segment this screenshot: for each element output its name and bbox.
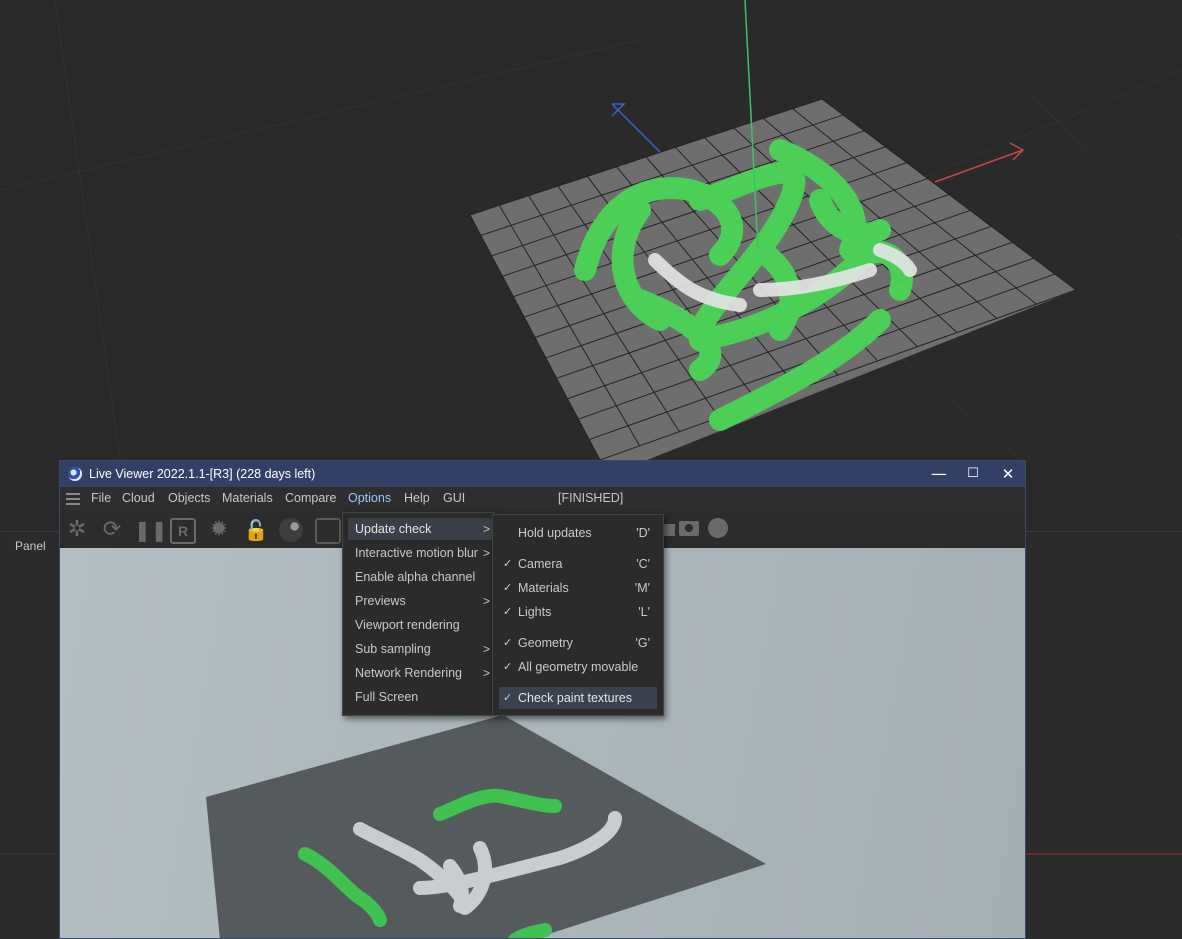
submenu-hold-updates[interactable]: Hold updates 'D': [499, 522, 657, 544]
submenu-check-paint-textures[interactable]: ✓ Check paint textures: [499, 687, 657, 709]
menu-item-label: Network Rendering: [355, 666, 462, 680]
options-enable-alpha-channel[interactable]: Enable alpha channel: [343, 566, 494, 588]
submenu-arrow-icon: >: [482, 594, 490, 608]
close-button[interactable]: ✕: [991, 461, 1025, 487]
maximize-button[interactable]: ☐: [956, 461, 990, 487]
menu-item-label: Sub sampling: [355, 642, 431, 656]
circle-icon[interactable]: [708, 518, 728, 538]
menu-item-label: Hold updates: [518, 526, 592, 540]
unlock-icon[interactable]: 🔓: [242, 516, 270, 544]
shortcut-key: 'C': [636, 557, 650, 571]
update-check-submenu: Hold updates 'D' ✓ Camera 'C' ✓ Material…: [492, 514, 664, 716]
render-plane: [206, 715, 766, 938]
options-network-rendering[interactable]: Network Rendering >: [343, 662, 494, 684]
render-region-icon[interactable]: R: [170, 518, 196, 544]
aperture-icon[interactable]: ✲: [63, 516, 91, 544]
submenu-arrow-icon: >: [482, 546, 490, 560]
pause-icon[interactable]: ❚❚: [134, 516, 168, 544]
options-menu: Update check > Interactive motion blur >…: [342, 512, 495, 716]
options-previews[interactable]: Previews >: [343, 590, 494, 612]
menu-item-label: Camera: [518, 557, 563, 571]
menu-item-label: Geometry: [518, 636, 573, 650]
submenu-all-geometry-movable[interactable]: ✓ All geometry movable: [499, 656, 657, 678]
menu-item-label: Lights: [518, 605, 552, 619]
options-full-screen[interactable]: Full Screen: [343, 686, 494, 708]
menu-file[interactable]: File: [91, 491, 111, 505]
menu-item-label: Materials: [518, 581, 569, 595]
material-sphere-icon[interactable]: [279, 518, 303, 542]
shortcut-key: 'G': [635, 636, 651, 650]
menu-materials[interactable]: Materials: [222, 491, 273, 505]
menu-objects[interactable]: Objects: [168, 491, 210, 505]
submenu-arrow-icon: >: [482, 642, 490, 656]
refresh-icon[interactable]: ⟳: [98, 516, 126, 544]
checkmark-icon: ✓: [503, 636, 513, 649]
submenu-geometry[interactable]: ✓ Geometry 'G': [499, 632, 657, 654]
render-status: [FINISHED]: [558, 491, 624, 505]
checkmark-icon: ✓: [503, 557, 513, 570]
checkmark-icon: ✓: [503, 581, 513, 594]
menu-item-label: Viewport rendering: [355, 618, 460, 632]
menu-item-label: Enable alpha channel: [355, 570, 476, 584]
menu-compare[interactable]: Compare: [285, 491, 336, 505]
shortcut-key: 'M': [634, 581, 650, 595]
menu-item-label: Update check: [355, 522, 432, 536]
app-logo-icon: [68, 467, 82, 481]
screen: Panel Live Viewer 2022.1.1-[R3] (228 day…: [0, 0, 1182, 939]
menu-item-label: Full Screen: [355, 690, 419, 704]
window-title: Live Viewer 2022.1.1-[R3] (228 days left…: [89, 467, 316, 481]
submenu-arrow-icon: >: [482, 666, 490, 680]
menu-bar: File Cloud Objects Materials Compare Opt…: [60, 487, 1025, 511]
options-interactive-motion-blur[interactable]: Interactive motion blur >: [343, 542, 494, 564]
box-icon[interactable]: [663, 524, 675, 536]
add-icon[interactable]: [315, 518, 341, 544]
hamburger-menu-icon[interactable]: [66, 493, 80, 505]
panel-label[interactable]: Panel: [15, 539, 46, 553]
checkmark-icon: ✓: [503, 660, 513, 673]
menu-item-label: All geometry movable: [518, 660, 639, 674]
checkmark-icon: ✓: [503, 691, 513, 704]
menu-item-label: Check paint textures: [518, 691, 632, 705]
shortcut-key: 'D': [636, 526, 650, 540]
options-sub-sampling[interactable]: Sub sampling >: [343, 638, 494, 660]
submenu-lights[interactable]: ✓ Lights 'L': [499, 601, 657, 623]
menu-help[interactable]: Help: [404, 491, 430, 505]
submenu-materials[interactable]: ✓ Materials 'M': [499, 577, 657, 599]
menu-item-label: Previews: [355, 594, 406, 608]
menu-gui[interactable]: GUI: [443, 491, 465, 505]
checkmark-icon: ✓: [503, 605, 513, 618]
minimize-button[interactable]: —: [922, 461, 956, 487]
submenu-arrow-icon: >: [482, 522, 490, 536]
options-viewport-rendering[interactable]: Viewport rendering: [343, 614, 494, 636]
menu-item-label: Interactive motion blur: [355, 546, 478, 560]
camera-icon[interactable]: [679, 521, 699, 536]
shortcut-key: 'L': [638, 605, 650, 619]
title-bar[interactable]: Live Viewer 2022.1.1-[R3] (228 days left…: [60, 461, 1025, 487]
settings-gear-icon[interactable]: ✹: [205, 516, 233, 544]
options-update-check[interactable]: Update check >: [348, 518, 494, 540]
submenu-camera[interactable]: ✓ Camera 'C': [499, 553, 657, 575]
menu-cloud[interactable]: Cloud: [122, 491, 155, 505]
menu-options[interactable]: Options: [348, 491, 391, 505]
